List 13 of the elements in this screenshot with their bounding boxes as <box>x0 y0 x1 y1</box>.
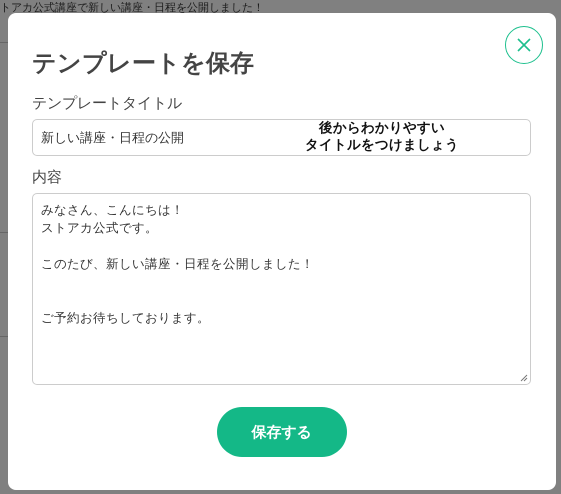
field-label: テンプレートタイトル <box>32 94 183 113</box>
resize-grip-icon <box>520 374 528 382</box>
close-button[interactable] <box>505 26 543 64</box>
content-text-area[interactable]: みなさん、こんにちは！ ストアカ公式です。 このたび、新しい講座・日程を公開しました！ ご予約お待ちしております。 <box>32 193 531 385</box>
background-text: トアカ公式講座で新しい講座・日程を公開しました！ <box>0 1 264 14</box>
close-icon <box>516 37 532 53</box>
content-line: みなさん、こんにちは！ <box>41 201 184 219</box>
content-line: このたび、新しい講座・日程を公開しました！ <box>41 255 314 273</box>
dialog-title: テンプレートを保存 <box>32 48 254 79</box>
annotation-text: 後からわかりやすい タイトルをつけましょう <box>304 120 460 154</box>
field-label: 内容 <box>32 168 63 187</box>
content-line: ご予約お待ちしております。 <box>41 309 210 327</box>
content-line: ストアカ公式です。 <box>41 219 158 237</box>
